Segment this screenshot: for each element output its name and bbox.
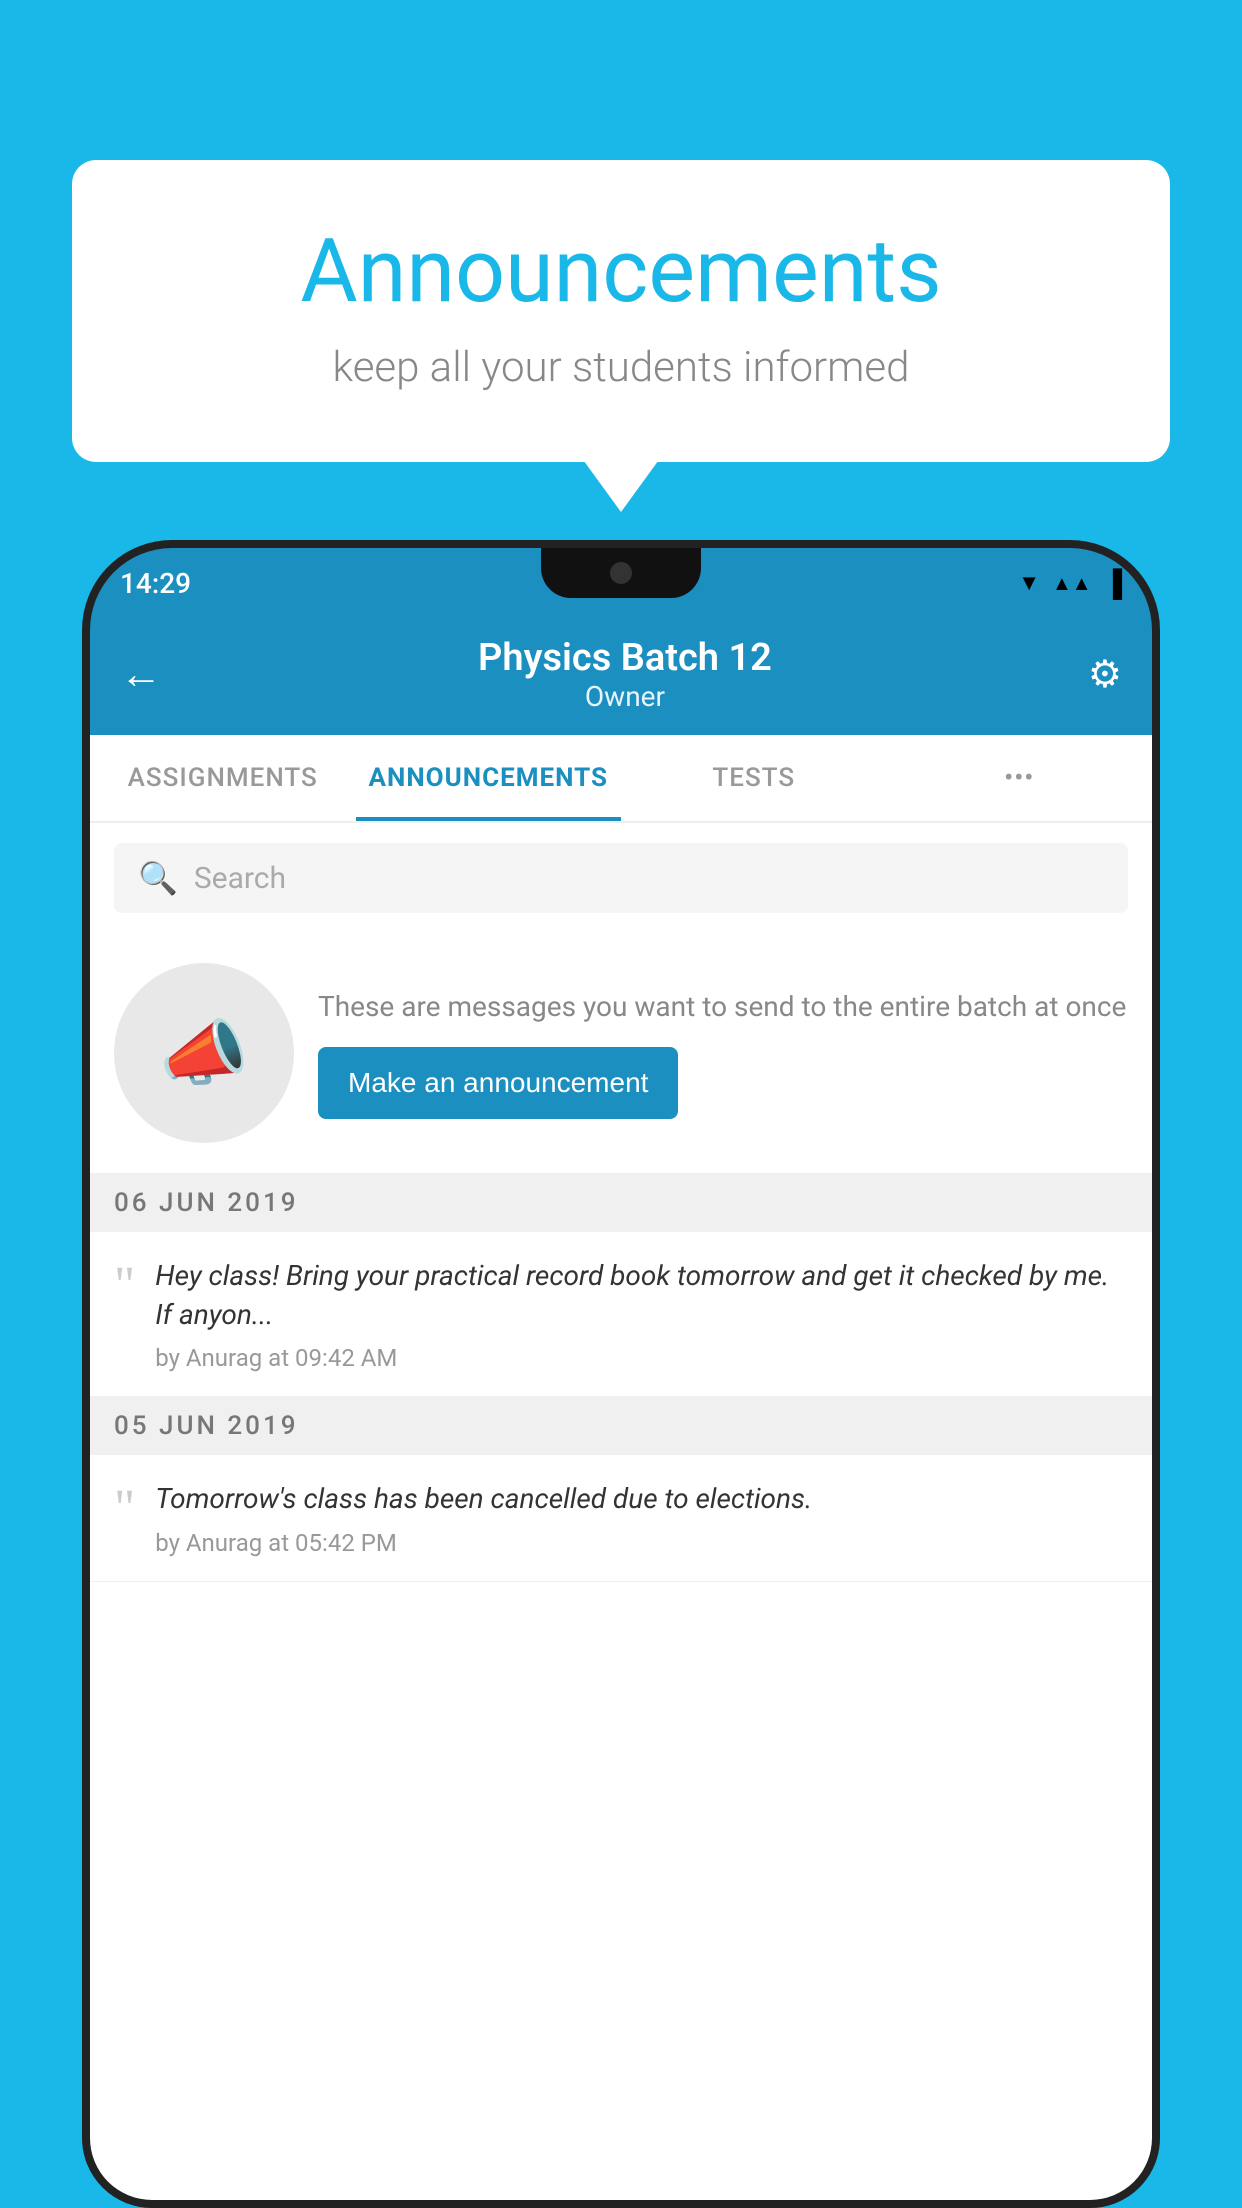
volume-up-button[interactable] <box>82 748 90 808</box>
phone-content: 🔍 Search 📣 These are messages you want t… <box>90 823 1152 2208</box>
back-button[interactable]: ← <box>120 650 162 699</box>
volume-down-button[interactable] <box>82 828 90 888</box>
status-bar: 14:29 <box>90 548 1152 618</box>
tab-more[interactable]: ••• <box>887 735 1153 821</box>
tab-announcements[interactable]: ANNOUNCEMENTS <box>356 735 622 821</box>
signal-icon <box>1052 571 1092 596</box>
quote-icon-2: " <box>114 1483 135 1535</box>
wifi-icon <box>1018 570 1040 596</box>
notch <box>541 548 701 598</box>
status-time: 14:29 <box>120 567 191 600</box>
phone-frame: 14:29 ← Physics Batch 12 Owner ⚙ ASSIGNM… <box>82 540 1160 2208</box>
announcement-meta-2: by Anurag at 05:42 PM <box>155 1529 1128 1557</box>
app-header: ← Physics Batch 12 Owner ⚙ <box>90 618 1152 735</box>
announcement-text-1: Hey class! Bring your practical record b… <box>155 1256 1128 1334</box>
front-camera <box>610 562 632 584</box>
announcement-item-2: " Tomorrow's class has been cancelled du… <box>90 1455 1152 1581</box>
header-center: Physics Batch 12 Owner <box>478 636 772 713</box>
quote-icon-1: " <box>114 1260 135 1312</box>
promo-section: 📣 These are messages you want to send to… <box>90 933 1152 1174</box>
search-icon: 🔍 <box>138 859 178 897</box>
date-divider-2: 05 JUN 2019 <box>90 1397 1152 1455</box>
battery-icon <box>1104 568 1122 599</box>
make-announcement-button[interactable]: Make an announcement <box>318 1047 678 1119</box>
search-input-wrapper[interactable]: 🔍 Search <box>114 843 1128 913</box>
search-bar: 🔍 Search <box>90 823 1152 933</box>
announcement-meta-1: by Anurag at 09:42 AM <box>155 1344 1128 1372</box>
date-divider-1: 06 JUN 2019 <box>90 1174 1152 1232</box>
user-role: Owner <box>478 680 772 713</box>
announcement-text-area-1: Hey class! Bring your practical record b… <box>155 1256 1128 1372</box>
announcement-text-area-2: Tomorrow's class has been cancelled due … <box>155 1479 1128 1556</box>
tab-assignments[interactable]: ASSIGNMENTS <box>90 735 356 821</box>
promo-description: These are messages you want to send to t… <box>318 987 1128 1026</box>
promo-icon-circle: 📣 <box>114 963 294 1143</box>
status-icons <box>1018 568 1122 599</box>
tabs-container: ASSIGNMENTS ANNOUNCEMENTS TESTS ••• <box>90 735 1152 823</box>
announcement-item-1: " Hey class! Bring your practical record… <box>90 1232 1152 1397</box>
promo-text-area: These are messages you want to send to t… <box>318 987 1128 1118</box>
speech-bubble-section: Announcements keep all your students inf… <box>72 160 1170 462</box>
bubble-subtitle: keep all your students informed <box>132 343 1110 392</box>
settings-icon[interactable]: ⚙ <box>1088 652 1122 697</box>
bubble-title: Announcements <box>132 220 1110 323</box>
batch-title: Physics Batch 12 <box>478 636 772 680</box>
megaphone-icon: 📣 <box>159 1011 249 1096</box>
announcement-text-2: Tomorrow's class has been cancelled due … <box>155 1479 1128 1518</box>
speech-bubble-card: Announcements keep all your students inf… <box>72 160 1170 462</box>
tab-tests[interactable]: TESTS <box>621 735 887 821</box>
search-input[interactable]: Search <box>194 861 286 896</box>
power-button[interactable] <box>1152 798 1160 878</box>
